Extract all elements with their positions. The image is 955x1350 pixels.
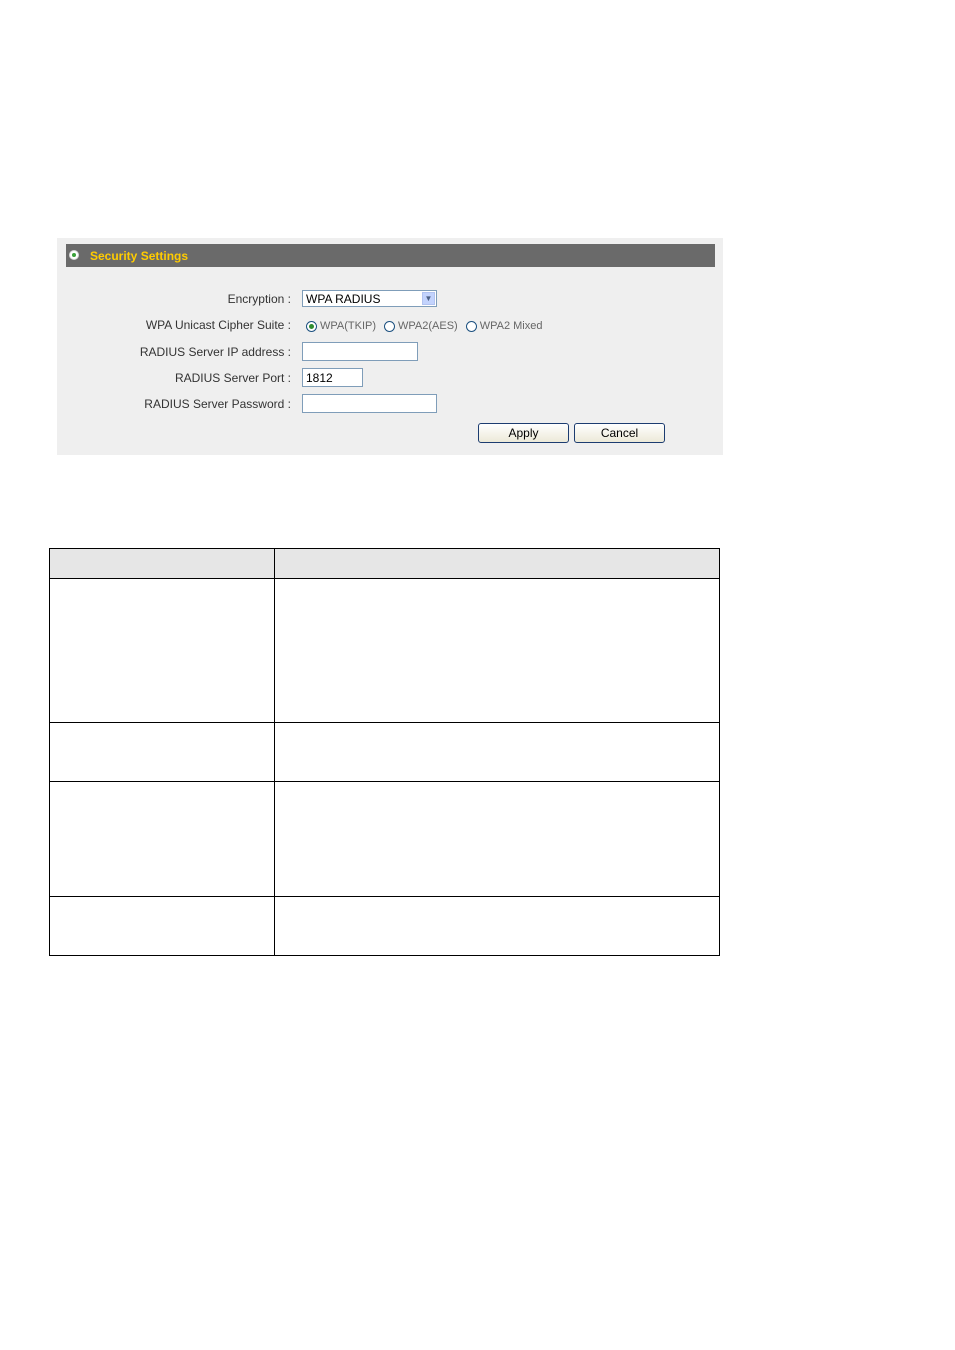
table-header-row [49,548,720,579]
radius-port-label: RADIUS Server Port : [174,371,291,385]
table-cell [274,896,720,956]
radius-ip-input[interactable] [302,342,418,361]
table-cell [274,722,720,782]
table-cell [49,781,275,897]
table-cell [49,578,275,723]
table-header-cell [49,548,275,579]
chevron-down-icon[interactable]: ▼ [422,292,435,305]
radius-password-label: RADIUS Server Password : [144,397,291,411]
encryption-label: Encryption : [227,292,291,306]
radio-unchecked-icon[interactable] [384,320,396,332]
table-row [49,781,720,897]
table-cell [49,896,275,956]
table-row [49,578,720,723]
table-cell [274,781,720,897]
table-header-cell [274,548,720,579]
table-cell [274,578,720,723]
security-settings-panel: Security Settings Encryption : WPA RADIU… [57,238,723,455]
encryption-selected-value: WPA RADIUS [306,292,381,306]
table-row [49,722,720,782]
radio-unchecked-icon[interactable] [465,320,477,332]
cipher-option-label: WPA2(AES) [398,320,458,332]
panel-header: Security Settings [66,244,715,267]
cancel-button[interactable]: Cancel [574,423,665,443]
description-table [49,548,720,956]
radius-password-input[interactable] [302,394,437,413]
radio-checked-icon[interactable] [306,320,317,332]
cipher-option-wpa2-aes[interactable]: WPA2(AES) [384,320,458,332]
table-cell [49,722,275,782]
table-row [49,896,720,956]
encryption-select[interactable]: WPA RADIUS ▼ [302,290,437,307]
cipher-suite-radio-group: WPA(TKIP) WPA2(AES) WPA2 Mixed [306,318,550,334]
panel-title: Security Settings [90,249,189,263]
cipher-option-wpa-tkip[interactable]: WPA(TKIP) [306,320,376,332]
apply-button[interactable]: Apply [478,423,569,443]
cipher-suite-label: WPA Unicast Cipher Suite : [145,318,291,332]
bullet-icon [69,250,79,260]
cipher-option-wpa2-mixed[interactable]: WPA2 Mixed [465,320,543,332]
cipher-option-label: WPA(TKIP) [320,320,377,332]
radius-ip-label: RADIUS Server IP address : [139,345,291,359]
cipher-option-label: WPA2 Mixed [479,320,543,332]
radius-port-input[interactable] [302,368,363,387]
